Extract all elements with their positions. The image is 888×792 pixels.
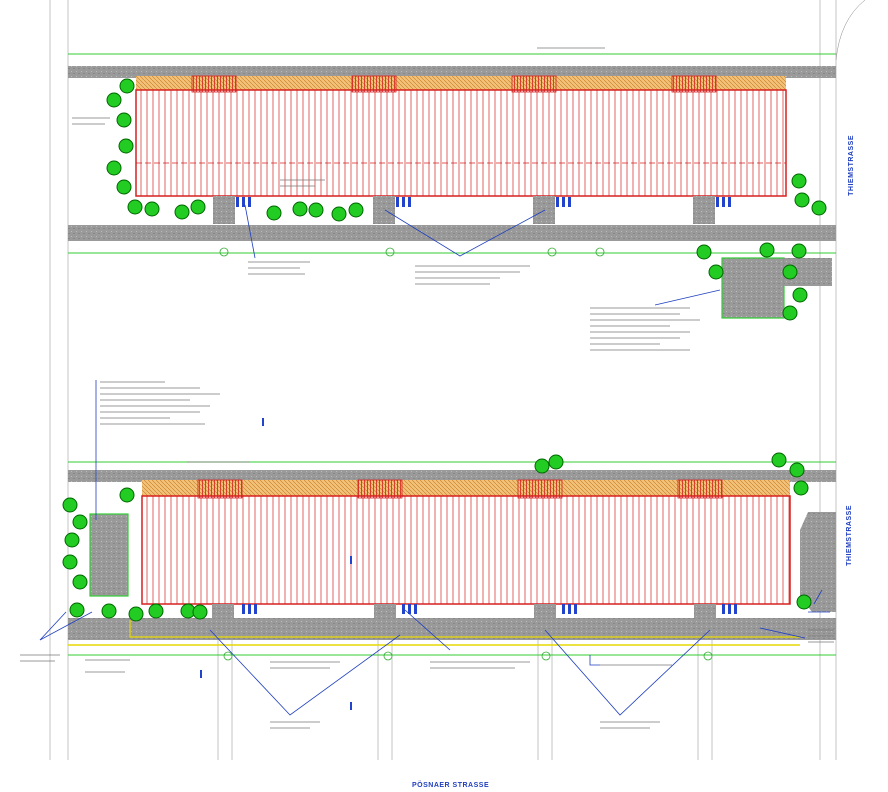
upper-south-path: [68, 225, 836, 241]
site-plan-drawing: [20, 0, 866, 760]
lower-west-parking: [89, 513, 129, 597]
upper-east-parking: [721, 257, 785, 319]
lower-building-footprint: [141, 495, 791, 605]
upper-block: [68, 47, 836, 351]
upper-building-footprint: [135, 89, 787, 197]
upper-lamp-posts: [219, 247, 605, 257]
street-label-thiemstrasse-lower: THIEMSTRASSE: [846, 505, 853, 566]
lower-lamp-posts: [223, 651, 713, 661]
upper-entrances: [213, 196, 715, 224]
street-label-poesnaer-strasse: PÖSNAER STRASSE: [412, 782, 490, 789]
lower-block: [20, 380, 836, 729]
street-label-thiemstrasse-upper: THIEMSTRASSE: [848, 135, 855, 196]
lower-bicycle-parking: [242, 604, 737, 614]
upper-annotation-leaders: [244, 204, 721, 306]
